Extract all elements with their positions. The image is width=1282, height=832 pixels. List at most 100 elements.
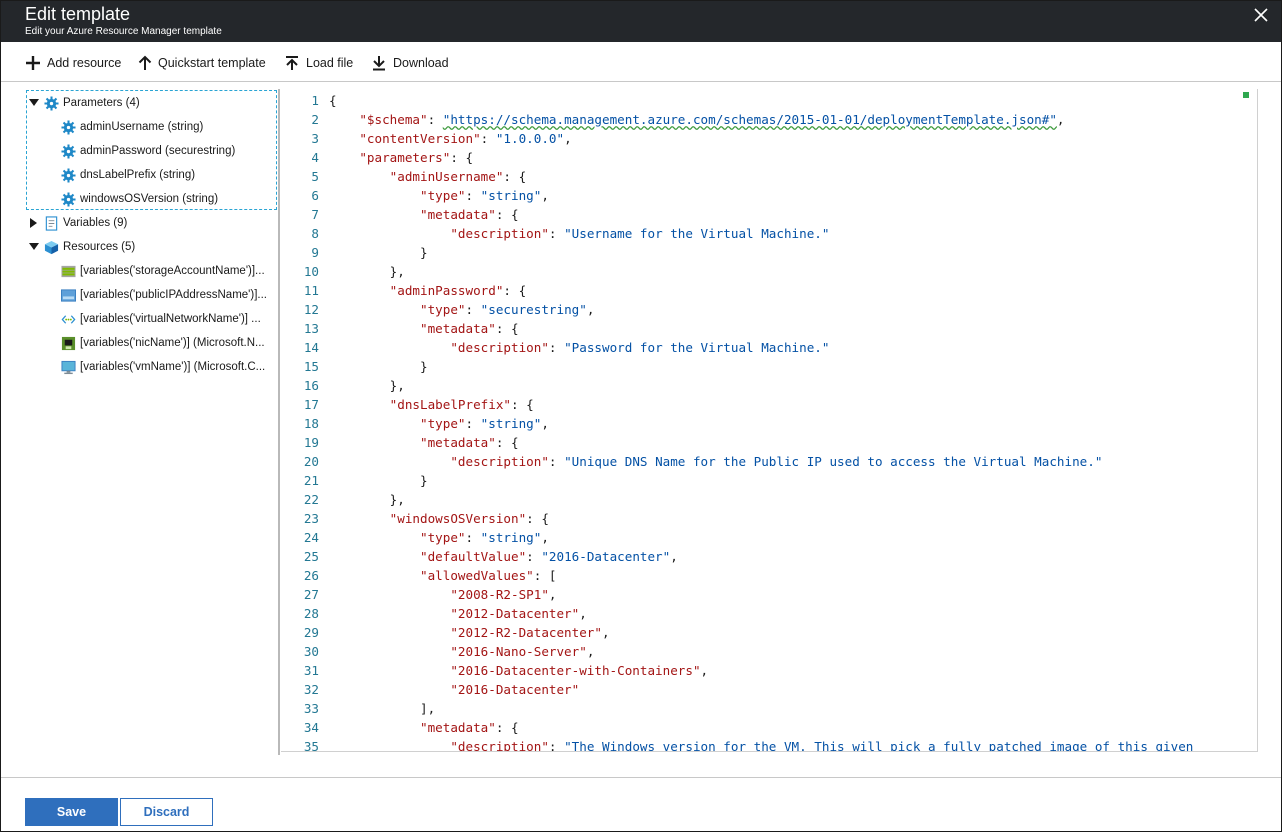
json-key: "metadata" bbox=[420, 720, 496, 735]
caret-right-icon[interactable] bbox=[28, 217, 40, 229]
json-array-value: "2016-Datacenter" bbox=[450, 682, 580, 697]
tree-node-public-ip[interactable]: [variables('publicIPAddressName')]... bbox=[61, 285, 267, 305]
json-key: "$schema" bbox=[359, 112, 428, 127]
tree-node-resources[interactable]: Resources (5) bbox=[28, 237, 135, 257]
template-outline-tree: Parameters (4) adminUsername (string) ad… bbox=[24, 89, 279, 755]
json-key: "defaultValue" bbox=[420, 549, 527, 564]
caret-down-icon[interactable] bbox=[28, 97, 40, 109]
line-number: 9 bbox=[311, 245, 319, 260]
line-number: 8 bbox=[311, 226, 319, 241]
json-string: "1.0.0.0" bbox=[495, 131, 565, 146]
line-number: 7 bbox=[311, 207, 319, 222]
add-resource-label: Add resource bbox=[47, 56, 122, 70]
json-key: "adminPassword" bbox=[389, 283, 504, 298]
json-key: "metadata" bbox=[420, 435, 496, 450]
load-file-button[interactable]: Load file bbox=[284, 53, 353, 73]
line-number: 28 bbox=[303, 606, 319, 621]
json-key: "type" bbox=[420, 416, 466, 431]
pane-splitter[interactable] bbox=[278, 89, 280, 755]
document-icon bbox=[45, 215, 58, 231]
line-number: 6 bbox=[311, 188, 319, 203]
parameter-item-label: windowsOSVersion (string) bbox=[80, 193, 219, 205]
line-number: 13 bbox=[303, 321, 319, 336]
add-resource-button[interactable]: Add resource bbox=[25, 53, 121, 73]
storage-account-icon bbox=[61, 265, 76, 277]
load-file-label: Load file bbox=[306, 56, 354, 70]
blade-header: Edit template Edit your Azure Resource M… bbox=[1, 1, 1281, 42]
tree-node-vm[interactable]: [variables('vmName')] (Microsoft.C... bbox=[61, 357, 265, 377]
line-number: 33 bbox=[303, 701, 319, 716]
line-number: 21 bbox=[303, 473, 319, 488]
json-string: "2016-Datacenter" bbox=[541, 549, 671, 564]
line-number: 22 bbox=[303, 492, 319, 507]
blade-subtitle: Edit your Azure Resource Manager templat… bbox=[25, 26, 222, 37]
tree-node-parameters[interactable]: Parameters (4) bbox=[28, 93, 140, 113]
line-number: 31 bbox=[303, 663, 319, 678]
json-key: "parameters" bbox=[359, 150, 451, 165]
gear-icon bbox=[61, 167, 76, 183]
tree-node-adminpassword[interactable]: adminPassword (securestring) bbox=[61, 141, 235, 161]
json-string: "string" bbox=[480, 530, 542, 545]
line-number: 19 bbox=[303, 435, 319, 450]
json-key: "type" bbox=[420, 530, 466, 545]
tree-node-virtual-network[interactable]: [variables('virtualNetworkName')] ... bbox=[61, 309, 261, 329]
tree-node-windowsosversion[interactable]: windowsOSVersion (string) bbox=[61, 189, 218, 209]
resource-item-label: [variables('vmName')] (Microsoft.C... bbox=[80, 361, 266, 373]
json-string: "The Windows version for the VM. This wi… bbox=[564, 739, 1194, 752]
resource-item-label: [variables('virtualNetworkName')] ... bbox=[80, 313, 261, 325]
json-code-editor[interactable]: 1{ 2 "$schema": "https://schema.manageme… bbox=[281, 89, 1258, 752]
json-array-value: "2008-R2-SP1" bbox=[450, 587, 549, 602]
line-number: 24 bbox=[303, 530, 319, 545]
public-ip-icon bbox=[61, 288, 76, 302]
discard-button[interactable]: Discard bbox=[120, 798, 213, 826]
json-array-value: "2012-Datacenter" bbox=[450, 606, 580, 621]
line-number: 4 bbox=[311, 150, 319, 165]
json-key: "description" bbox=[450, 739, 549, 752]
line-number: 11 bbox=[303, 283, 319, 298]
json-string: "string" bbox=[480, 188, 542, 203]
tree-node-adminusername[interactable]: adminUsername (string) bbox=[61, 117, 203, 137]
schema-url[interactable]: "https://schema.management.azure.com/sch… bbox=[443, 112, 1057, 127]
resource-item-label: [variables('nicName')] (Microsoft.N... bbox=[80, 337, 265, 349]
json-string: "Password for the Virtual Machine." bbox=[564, 340, 830, 355]
line-number: 14 bbox=[303, 340, 319, 355]
json-key: "contentVersion" bbox=[359, 131, 481, 146]
line-number: 1 bbox=[311, 93, 319, 108]
line-number: 18 bbox=[303, 416, 319, 431]
json-key: "description" bbox=[450, 454, 549, 469]
plus-icon bbox=[26, 56, 40, 70]
tree-node-storage-account[interactable]: [variables('storageAccountName')]... bbox=[61, 261, 265, 281]
gear-icon bbox=[44, 95, 59, 111]
upload-icon bbox=[286, 56, 298, 70]
tree-node-dnslabelprefix[interactable]: dnsLabelPrefix (string) bbox=[61, 165, 195, 185]
network-interface-icon bbox=[61, 336, 76, 350]
json-string: "Unique DNS Name for the Public IP used … bbox=[564, 454, 1103, 469]
download-icon bbox=[373, 56, 385, 71]
download-button[interactable]: Download bbox=[371, 53, 449, 73]
line-number: 27 bbox=[303, 587, 319, 602]
line-number: 3 bbox=[311, 131, 319, 146]
line-number: 26 bbox=[303, 568, 319, 583]
json-key: "allowedValues" bbox=[420, 568, 534, 583]
json-key: "description" bbox=[450, 226, 549, 241]
virtual-network-icon bbox=[61, 314, 76, 324]
json-array-value: "2016-Nano-Server" bbox=[450, 644, 587, 659]
line-number: 30 bbox=[303, 644, 319, 659]
json-string: "securestring" bbox=[480, 302, 587, 317]
line-number: 23 bbox=[303, 511, 319, 526]
json-key: "type" bbox=[420, 302, 466, 317]
line-number: 2 bbox=[311, 112, 319, 127]
json-key: "metadata" bbox=[420, 321, 496, 336]
save-button[interactable]: Save bbox=[25, 798, 118, 826]
parameter-item-label: adminPassword (securestring) bbox=[80, 145, 236, 157]
json-array-value: "2016-Datacenter-with-Containers" bbox=[450, 663, 701, 678]
parameters-label: Parameters (4) bbox=[63, 97, 140, 109]
tree-node-variables[interactable]: Variables (9) bbox=[28, 213, 127, 233]
quickstart-template-button[interactable]: Quickstart template bbox=[138, 53, 266, 73]
arrow-up-icon bbox=[138, 55, 152, 70]
tree-node-nic[interactable]: [variables('nicName')] (Microsoft.N... bbox=[61, 333, 265, 353]
close-icon[interactable] bbox=[1251, 5, 1271, 25]
caret-down-icon[interactable] bbox=[28, 241, 40, 253]
line-number: 20 bbox=[303, 454, 319, 469]
gear-icon bbox=[61, 143, 76, 159]
